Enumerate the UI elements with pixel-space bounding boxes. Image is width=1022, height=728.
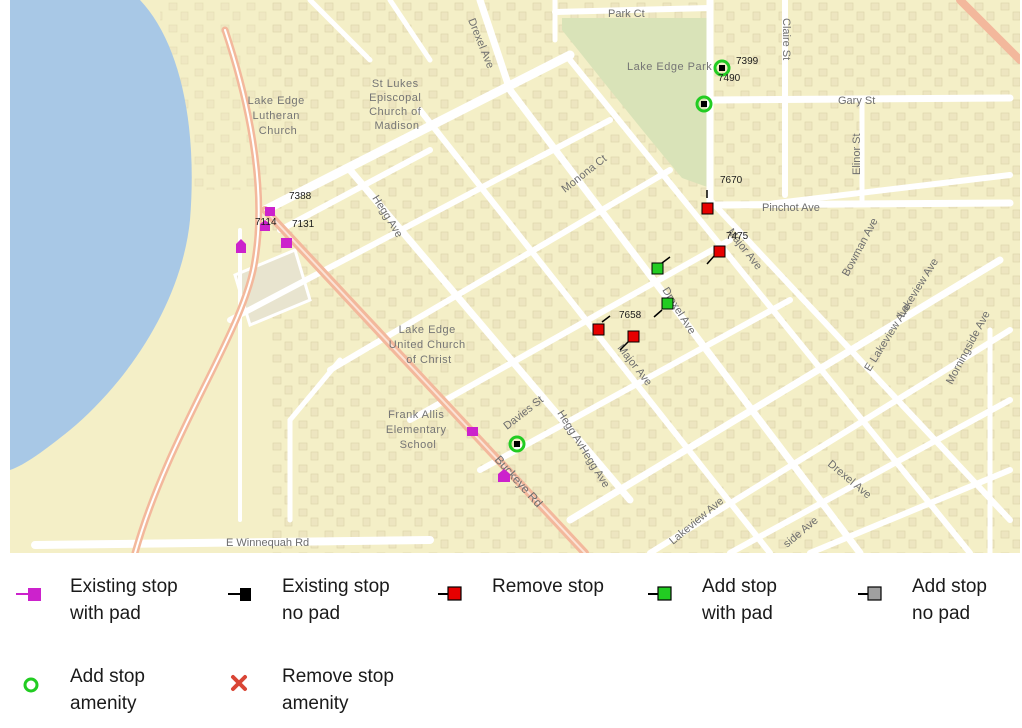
place-lake-edge-park: Lake Edge Park [627,61,712,73]
svg-text:7670: 7670 [720,175,743,186]
street-label-e-winnequah-rd: E Winnequah Rd [226,537,309,549]
stop-frank-allis-existing-pad[interactable] [467,427,478,436]
legend-add-nopad: Add stop no pad [856,573,987,627]
legend-existing-nopad: Existing stop no pad [226,573,390,627]
legend-label-remove-amenity: Remove stop amenity [282,666,394,714]
map-panel[interactable]: Park Ct Claire St Gary St Elinor St Pinc… [10,0,1020,553]
street-label-claire-st: Claire St [780,18,792,60]
existing-nopad-stop-icon [228,588,251,601]
legend-remove-stop: Remove stop [436,573,604,609]
map-canvas[interactable]: Park Ct Claire St Gary St Elinor St Pinc… [10,0,1020,553]
add-amenity-ring-icon [23,677,39,693]
svg-text:7388: 7388 [289,191,312,202]
street-label-pinchot-ave: Pinchot Ave [762,202,820,214]
street-label-elinor-st: Elinor St [851,133,863,175]
svg-text:7399: 7399 [736,56,759,67]
svg-text:7658: 7658 [619,310,642,321]
legend-label-remove-stop: Remove stop [492,576,604,597]
add-pad-stop-icon [648,586,672,601]
legend-label-existing-pad: Existing stop with pad [70,576,178,624]
remove-amenity-x-icon [231,675,247,691]
street-label-gary-st: Gary St [838,95,875,107]
existing-pad-stop-icon [16,588,41,601]
add-nopad-stop-icon [858,586,882,601]
legend-label-add-amenity: Add stop amenity [70,666,145,714]
legend: Existing stop with pad Existing stop no … [0,553,1022,728]
legend-add-amenity: Add stop amenity [14,663,145,717]
legend-label-existing-nopad: Existing stop no pad [282,576,390,624]
svg-text:7131: 7131 [292,219,315,230]
svg-text:7114: 7114 [255,217,277,228]
svg-text:7475: 7475 [726,231,749,242]
legend-existing-pad: Existing stop with pad [14,573,178,627]
legend-add-pad: Add stop with pad [646,573,777,627]
legend-label-add-nopad: Add stop no pad [912,576,987,624]
svg-text:7490: 7490 [718,73,741,84]
legend-remove-amenity: Remove stop amenity [226,663,394,717]
remove-stop-icon [438,586,462,601]
legend-label-add-pad: Add stop with pad [702,576,777,624]
street-label-park-ct: Park Ct [608,8,645,20]
